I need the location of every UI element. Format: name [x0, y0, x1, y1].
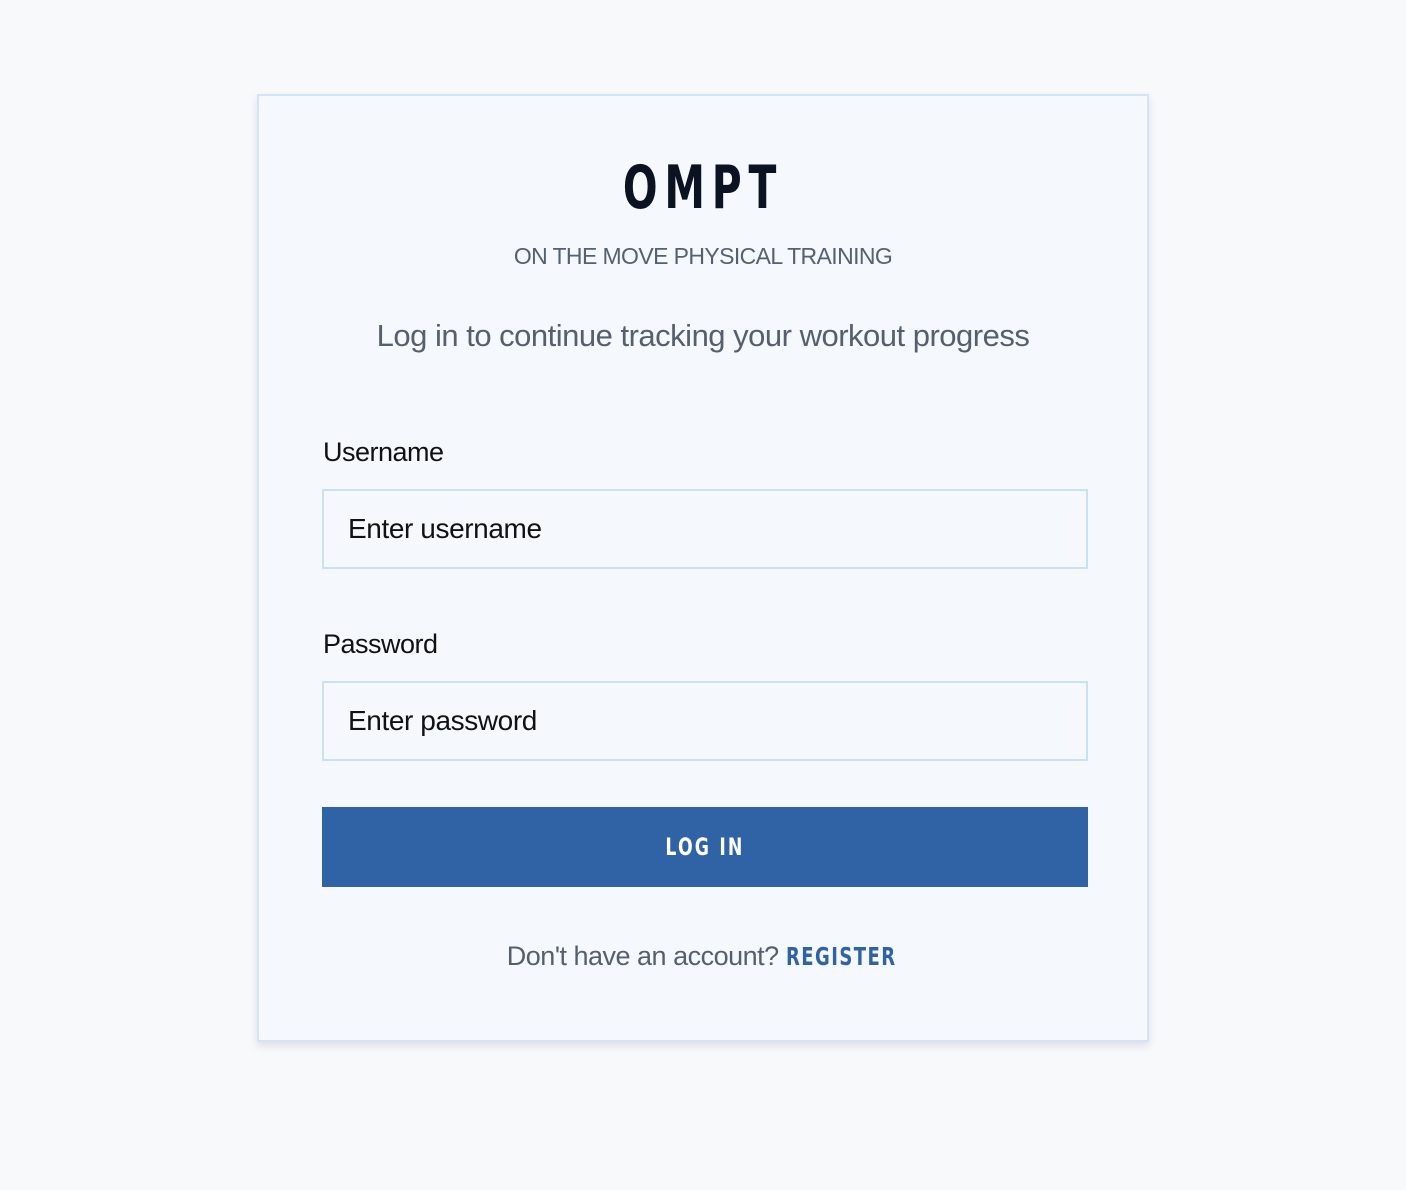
username-label: Username [323, 437, 444, 467]
login-tagline: Log in to continue tracking your workout… [376, 318, 1030, 353]
login-button[interactable]: LOG IN [322, 807, 1088, 887]
register-row: Don't have an account? REGISTER [259, 936, 1147, 977]
username-input[interactable] [322, 489, 1088, 569]
brand-logo: OMPT [622, 153, 784, 223]
password-input[interactable] [322, 681, 1088, 761]
brand-subtitle: ON THE MOVE PHYSICAL TRAINING [513, 243, 893, 269]
register-prompt: Don't have an account? [506, 941, 786, 971]
register-link[interactable]: REGISTER [786, 937, 897, 977]
login-card: OMPT ON THE MOVE PHYSICAL TRAINING Log i… [257, 94, 1149, 1042]
password-label: Password [323, 629, 438, 659]
login-button-label: LOG IN [665, 833, 745, 861]
